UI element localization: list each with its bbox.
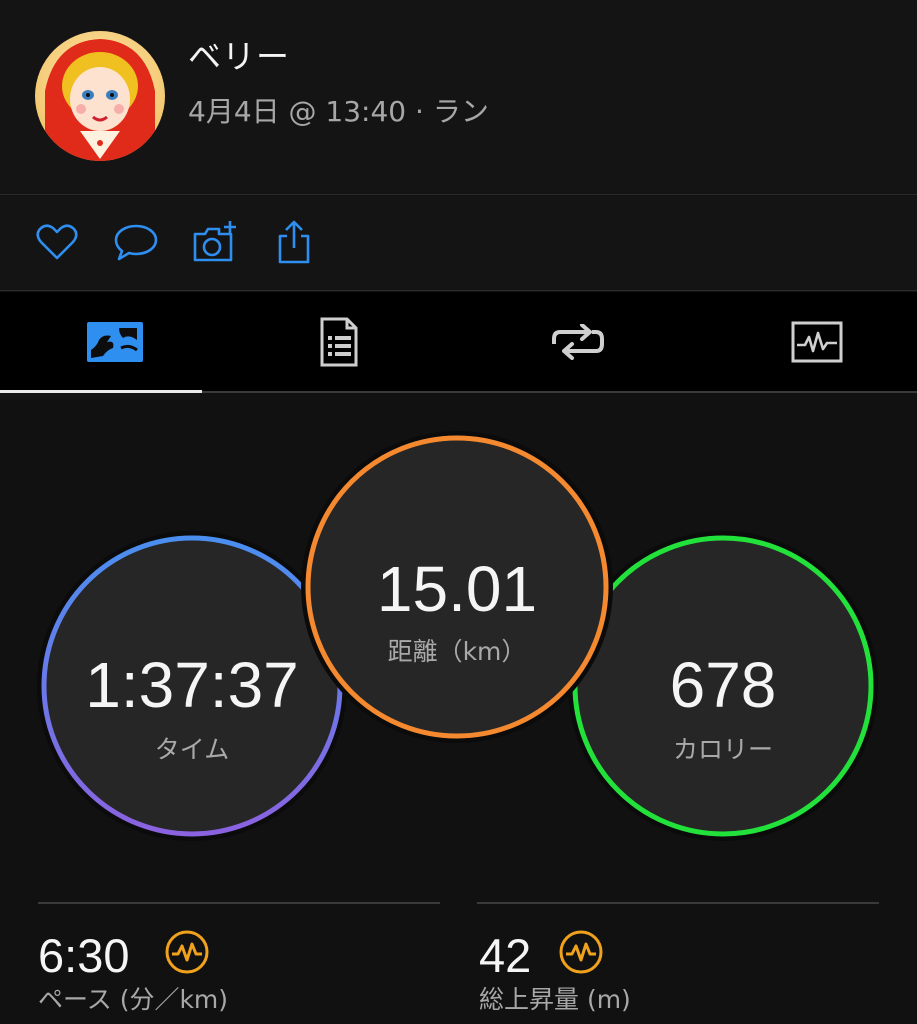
activity-meta: 4月4日 @ 13:40 · ラン bbox=[188, 95, 489, 128]
pace-value: 6:30 bbox=[38, 929, 130, 982]
tab-charts[interactable] bbox=[702, 292, 917, 391]
distance-ring[interactable]: 15.01 距離（km） bbox=[300, 430, 614, 744]
distance-value: 15.01 bbox=[376, 553, 538, 625]
comment-icon[interactable] bbox=[112, 218, 160, 266]
tab-bar bbox=[0, 292, 917, 393]
tab-details[interactable] bbox=[224, 292, 453, 391]
ascent-badge-icon[interactable] bbox=[558, 929, 604, 975]
summary-panel: 1:37:37 タイム 678 カロリー 15.01 距離（km） 6:30 ペ… bbox=[0, 394, 917, 1024]
distance-label: 距離（km） bbox=[387, 637, 527, 666]
tab-map[interactable] bbox=[0, 292, 229, 391]
details-list-icon bbox=[320, 317, 357, 366]
ascent-label: 総上昇量 (m) bbox=[479, 985, 631, 1014]
ascent-value: 42 bbox=[479, 929, 532, 982]
action-bar bbox=[0, 196, 917, 291]
share-icon[interactable] bbox=[270, 218, 318, 266]
activity-header: ベリー 4月4日 @ 13:40 · ラン bbox=[0, 0, 917, 195]
active-tab-indicator bbox=[0, 390, 202, 393]
username[interactable]: ベリー bbox=[188, 30, 290, 78]
heart-icon[interactable] bbox=[33, 218, 81, 266]
stat-divider bbox=[38, 902, 440, 904]
camera-add-icon[interactable] bbox=[191, 218, 239, 266]
laps-icon bbox=[551, 323, 604, 360]
tab-laps[interactable] bbox=[463, 292, 692, 391]
map-icon bbox=[86, 321, 143, 362]
stat-divider bbox=[477, 902, 879, 904]
pace-label: ペース (分／km) bbox=[38, 985, 229, 1014]
avatar[interactable] bbox=[35, 31, 165, 161]
chart-icon bbox=[791, 321, 842, 362]
pace-badge-icon[interactable] bbox=[164, 929, 210, 975]
